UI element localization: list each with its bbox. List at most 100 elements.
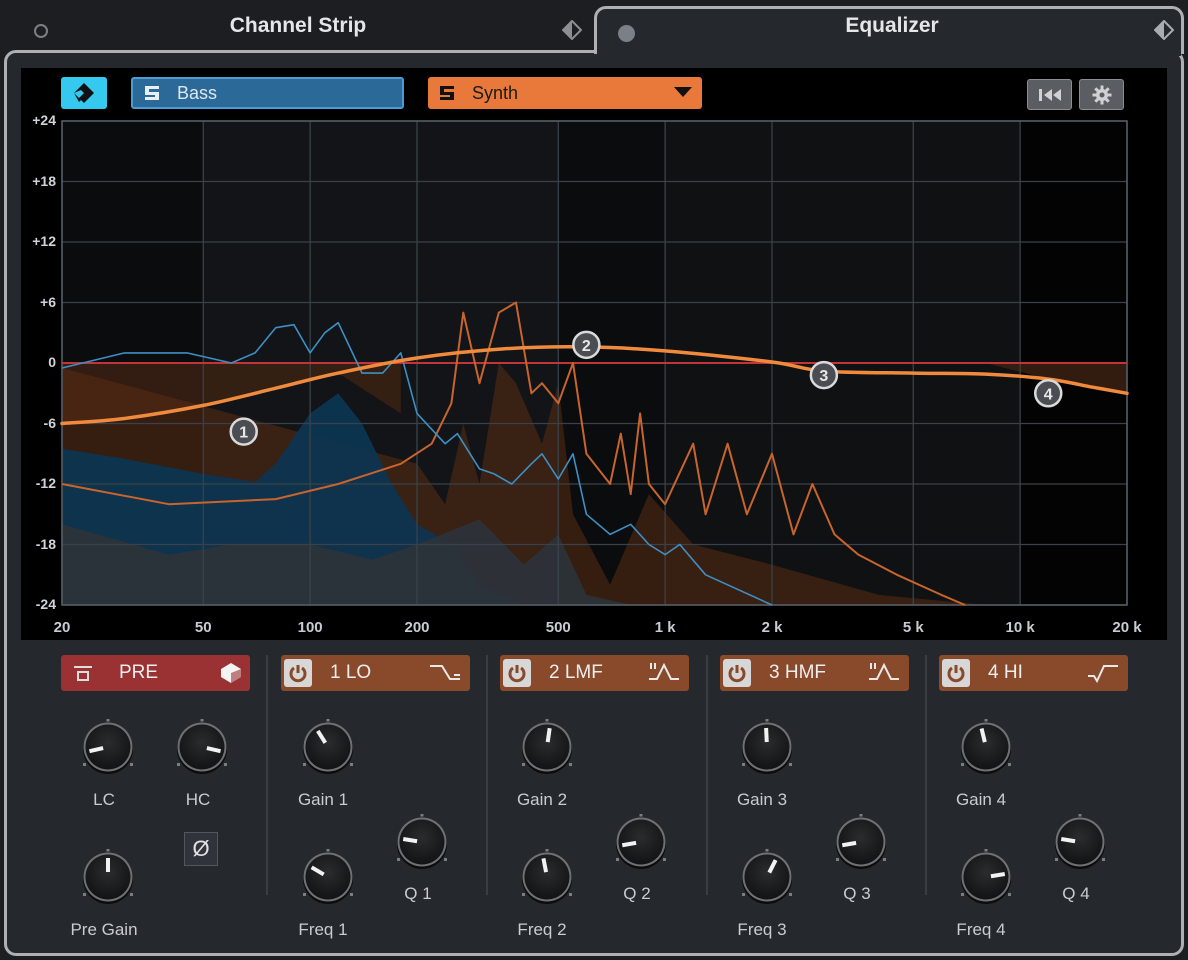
q-4-knob[interactable]	[1052, 813, 1108, 870]
bypass-diamond-icon[interactable]	[220, 662, 242, 684]
knob-label: Q 2	[623, 884, 651, 903]
knob-label: Q 1	[404, 884, 432, 903]
pre-label: PRE	[119, 662, 159, 683]
eq-node-label: 4	[1044, 386, 1053, 403]
knob-label: Gain 3	[736, 790, 788, 809]
channel-a-selector[interactable]: Bass	[131, 77, 404, 109]
tab-bar: Channel Strip Equalizer	[0, 0, 1188, 60]
pre-filter-icon	[74, 666, 92, 681]
q-1-knob[interactable]	[394, 813, 450, 870]
pre-gain-knob[interactable]	[80, 848, 136, 905]
tab-channel-strip[interactable]: Channel Strip	[0, 0, 596, 52]
high-shelf-filter-icon[interactable]	[1086, 661, 1120, 685]
eq-graph[interactable]: 1 2 3 4	[21, 108, 1167, 640]
q-2-knob[interactable]	[613, 813, 669, 870]
knob-label: Q 4	[1062, 884, 1090, 903]
skip-back-icon	[1038, 88, 1061, 101]
freq-2-knob[interactable]	[519, 848, 575, 905]
channel-icon	[145, 86, 159, 100]
pre-section-header[interactable]: PRE	[61, 655, 250, 691]
y-tick-label: +6	[40, 293, 56, 310]
knob-label: Q 3	[843, 884, 871, 903]
knob-dial	[522, 848, 572, 904]
phase-invert-button[interactable]: Ø	[184, 832, 218, 866]
hc-knob[interactable]	[174, 718, 230, 775]
x-tick-label: 1 k	[654, 619, 676, 636]
knob-label: Gain 1	[297, 790, 349, 809]
knob-dial	[83, 718, 133, 774]
knob-dial	[961, 718, 1011, 774]
knob-dial	[177, 718, 227, 774]
settings-button[interactable]	[1079, 79, 1124, 110]
band-name: 4 HI	[988, 662, 1023, 683]
gain-3-knob[interactable]	[739, 718, 795, 775]
band-header-1[interactable]: 1 LO	[281, 655, 470, 691]
knob-dial	[303, 848, 353, 904]
reset-button[interactable]	[1027, 79, 1072, 110]
knob-label: Gain 2	[516, 790, 568, 809]
band-name: 2 LMF	[549, 662, 603, 683]
power-button[interactable]	[284, 659, 312, 687]
band-header-3[interactable]: 3 HMF	[720, 655, 909, 691]
chevron-down-icon	[674, 87, 692, 97]
channel-b-label: Synth	[472, 82, 519, 103]
power-button[interactable]	[723, 659, 751, 687]
lc-knob[interactable]	[80, 718, 136, 775]
low-shelf-filter-icon[interactable]	[428, 661, 462, 685]
freq-1-knob[interactable]	[300, 848, 356, 905]
q-3-knob[interactable]	[833, 813, 889, 870]
knob-dial	[522, 718, 572, 774]
gain-4-knob[interactable]	[958, 718, 1014, 775]
channel-a-label: Bass	[177, 82, 218, 103]
link-icon	[74, 83, 94, 103]
knob-dial	[742, 848, 792, 904]
freq-4-knob[interactable]	[958, 848, 1014, 905]
x-tick-label: 2 k	[761, 619, 783, 636]
freq-3-knob[interactable]	[739, 848, 795, 905]
channel-b-selector[interactable]: Synth	[428, 77, 702, 109]
x-tick-label: 50	[194, 619, 212, 636]
knob-label: Freq 1	[298, 920, 348, 939]
tab-indicator-icon	[34, 24, 48, 38]
power-icon	[289, 665, 307, 683]
knob-dial	[836, 813, 886, 869]
power-button[interactable]	[942, 659, 970, 687]
eq-node-label: 1	[239, 425, 248, 442]
section-divider	[706, 655, 708, 895]
diamond-icon[interactable]	[562, 20, 582, 40]
x-tick-label: 500	[545, 619, 571, 636]
section-divider	[266, 655, 268, 895]
tab-indicator-icon	[618, 25, 635, 42]
knob-dial	[961, 848, 1011, 904]
x-tick-label: 200	[404, 619, 430, 636]
diamond-icon[interactable]	[1154, 20, 1174, 40]
band-header-4[interactable]: 4 HI	[939, 655, 1128, 691]
y-tick-label: +24	[32, 112, 56, 128]
link-button[interactable]	[61, 77, 107, 109]
y-tick-label: -6	[43, 414, 56, 431]
knob-label: Gain 4	[955, 790, 1007, 809]
gain-1-knob[interactable]	[300, 718, 356, 775]
power-icon	[947, 665, 965, 683]
knob-label: Pre Gain	[70, 920, 138, 939]
x-tick-label: 5 k	[902, 619, 924, 636]
y-tick-label: -18	[35, 535, 56, 552]
knob-dial	[303, 718, 353, 774]
tab-equalizer[interactable]: Equalizer	[596, 0, 1188, 52]
x-tick-label: 20	[53, 619, 71, 636]
gain-2-knob[interactable]	[519, 718, 575, 775]
knob-label: LC	[93, 790, 115, 809]
tab-label: Channel Strip	[229, 14, 367, 37]
y-tick-label: 0	[48, 354, 56, 370]
power-icon	[728, 665, 746, 683]
power-button[interactable]	[503, 659, 531, 687]
knob-dial	[616, 813, 666, 869]
x-tick-label: 10 k	[1005, 619, 1035, 636]
x-tick-label: 100	[297, 619, 323, 636]
y-tick-label: +12	[32, 233, 56, 249]
peak-filter-icon[interactable]	[647, 661, 681, 685]
peak-filter-icon[interactable]	[867, 661, 901, 685]
band-header-2[interactable]: 2 LMF	[500, 655, 689, 691]
x-tick-label: 20 k	[1112, 619, 1142, 636]
knob-label: Freq 3	[737, 920, 787, 939]
